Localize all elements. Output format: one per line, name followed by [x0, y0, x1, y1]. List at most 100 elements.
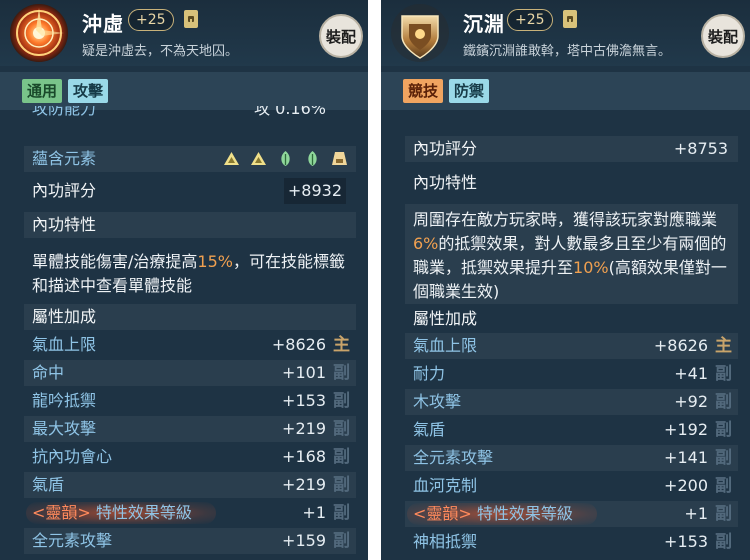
- equip-button[interactable]: 裝配: [319, 14, 363, 58]
- attr-row: 命中 +101 副: [24, 360, 356, 386]
- attr-label: 特性效果等級: [476, 504, 573, 523]
- attr-sub-marker: 副: [715, 532, 732, 552]
- leaf-element-icon: [277, 150, 294, 167]
- attr-label: 全元素攻擊: [32, 531, 113, 550]
- attr-label: 龍吟抵禦: [32, 391, 97, 410]
- spirit-tag: <靈韻>: [413, 504, 472, 523]
- element-row: 蘊含元素: [24, 146, 356, 172]
- attr-row-spirit: <靈韻> 特性效果等級 +1 副: [24, 500, 356, 526]
- attr-label: 木攻擊: [413, 392, 462, 411]
- trait-desc-text-1: 單體技能傷害/治療提高: [32, 252, 198, 271]
- attr-sub-marker: 副: [715, 476, 732, 496]
- attr-row: 氣血上限 +8626 主: [405, 333, 738, 359]
- attr-header: 屬性加成: [32, 307, 97, 326]
- neigong-title: 沉淵: [463, 12, 505, 36]
- element-row-label: 蘊含元素: [32, 149, 97, 168]
- block-element-icon: [331, 150, 348, 167]
- attr-sub-marker: 副: [333, 391, 350, 411]
- leaf-element-icon: [304, 150, 321, 167]
- trait-desc-highlight-1: 6%: [413, 234, 439, 253]
- attr-row: 全元素攻擊 +141 副: [405, 445, 738, 471]
- attr-row: 血河克制 +200 副: [405, 473, 738, 499]
- attr-sub-marker: 副: [333, 363, 350, 383]
- attr-label: 神相抵禦: [413, 532, 478, 551]
- attr-row: 神相抵禦 +153 副: [405, 529, 738, 555]
- neigong-title: 沖虛: [82, 12, 124, 36]
- score-value: +8932: [283, 178, 346, 204]
- score-value-box: +8932: [283, 178, 346, 204]
- attr-sub-marker: 副: [715, 448, 732, 468]
- enhance-level-badge: +25: [507, 9, 553, 31]
- spirit-tag: <靈韻>: [32, 503, 91, 522]
- score-row: 內功評分 +8753: [405, 136, 738, 162]
- attr-row: 抗內功會心 +168 副: [24, 444, 356, 470]
- attr-sub-marker: 副: [333, 503, 350, 523]
- trait-header-row: 內功特性: [24, 212, 356, 238]
- left-neigong-panel: 沖虛 +25 疑是沖虛去，不為天地囚。 裝配 通用 攻擊 攻防能力 攻 0.16…: [0, 0, 368, 560]
- score-label: 內功評分: [413, 139, 478, 158]
- attr-value: +141: [664, 448, 708, 467]
- attr-value: +159: [282, 531, 326, 550]
- trait-desc-text-1: 周圍存在敵方玩家時，獲得該玩家對應職業: [413, 210, 718, 229]
- attr-value: +8626: [653, 336, 708, 355]
- attr-label: 最大攻擊: [32, 419, 97, 438]
- attr-label-wrap: <靈韻> 特性效果等級: [413, 501, 573, 527]
- tag-defense: 防禦: [449, 79, 490, 103]
- attr-value: +200: [664, 476, 708, 495]
- attr-value: +219: [282, 419, 326, 438]
- attr-value: +1: [302, 503, 326, 522]
- attr-row: 氣血上限 +8626 主: [24, 332, 356, 358]
- attr-value: +168: [282, 447, 326, 466]
- attr-row: 木攻擊 +92 副: [405, 389, 738, 415]
- neigong-flavor-text: 鐵鑌沉淵誰敢斡，塔中古佛澹無言。: [463, 44, 672, 59]
- attr-value: +219: [282, 475, 326, 494]
- attr-main-marker: 主: [333, 335, 350, 355]
- element-icons: [223, 150, 348, 168]
- right-neigong-panel: 沉淵 +25 鐵鑌沉淵誰敢斡，塔中古佛澹無言。 裝配 競技 防禦 內功評分 +8…: [381, 0, 750, 560]
- partial-row-label: 攻防能力: [32, 106, 97, 118]
- attr-label-wrap: <靈韻> 特性效果等級: [32, 500, 192, 526]
- lock-icon[interactable]: [183, 8, 199, 30]
- attr-row: 全元素攻擊 +159 副: [24, 528, 356, 554]
- attr-header-row: 屬性加成: [405, 306, 738, 332]
- score-value: +8753: [673, 139, 728, 158]
- attr-value: +41: [674, 364, 708, 383]
- attr-value: +101: [282, 363, 326, 382]
- tag-attack: 攻擊: [68, 79, 109, 103]
- enhance-level-badge: +25: [128, 9, 174, 31]
- attr-row: 耐力 +41 副: [405, 361, 738, 387]
- tag-general: 通用: [22, 79, 63, 103]
- right-scroll-content[interactable]: 內功評分 +8753 內功特性 周圍存在敵方玩家時，獲得該玩家對應職業6%的抵禦…: [381, 110, 750, 560]
- trait-label: 內功特性: [413, 173, 478, 192]
- attr-label: 命中: [32, 363, 65, 382]
- tag-bar: 通用 攻擊: [0, 72, 368, 110]
- attr-label: 抗內功會心: [32, 447, 113, 466]
- attr-value: +192: [664, 420, 708, 439]
- partial-row: 攻防能力 攻 0.16%: [24, 106, 356, 124]
- attr-sub-marker: 副: [333, 419, 350, 439]
- right-header: 沉淵 +25 鐵鑌沉淵誰敢斡，塔中古佛澹無言。 裝配: [381, 0, 750, 66]
- attr-sub-marker: 副: [715, 504, 732, 524]
- attr-row-spirit: <靈韻> 特性效果等級 +1 副: [405, 501, 738, 527]
- trait-header-row: 內功特性: [405, 170, 738, 196]
- attr-label: 全元素攻擊: [413, 448, 494, 467]
- equip-button[interactable]: 裝配: [701, 14, 745, 58]
- chongxu-emblem-icon: [8, 2, 70, 64]
- tag-bar: 競技 防禦: [381, 72, 750, 110]
- neigong-flavor-text: 疑是沖虛去，不為天地囚。: [82, 44, 239, 59]
- score-label: 內功評分: [32, 181, 97, 200]
- attr-label: 氣盾: [32, 475, 65, 494]
- trait-desc-highlight: 15%: [197, 252, 233, 271]
- left-scroll-content[interactable]: 攻防能力 攻 0.16% 蘊含元素 內功評分 +8932 內功特性 單體技能傷害…: [0, 106, 368, 560]
- attr-label: 氣血上限: [413, 336, 478, 355]
- attr-sub-marker: 副: [333, 475, 350, 495]
- attr-value: +92: [674, 392, 708, 411]
- attr-sub-marker: 副: [333, 531, 350, 551]
- attr-sub-marker: 副: [715, 392, 732, 412]
- attr-sub-marker: 副: [715, 364, 732, 384]
- partial-row-value: 攻 0.16%: [254, 106, 326, 118]
- trait-description: 單體技能傷害/治療提高15%，可在技能標籤和描述中查看單體技能: [24, 246, 356, 298]
- trait-desc-highlight-2: 10%: [573, 258, 609, 277]
- attr-header: 屬性加成: [413, 309, 478, 328]
- lock-icon[interactable]: [562, 8, 578, 30]
